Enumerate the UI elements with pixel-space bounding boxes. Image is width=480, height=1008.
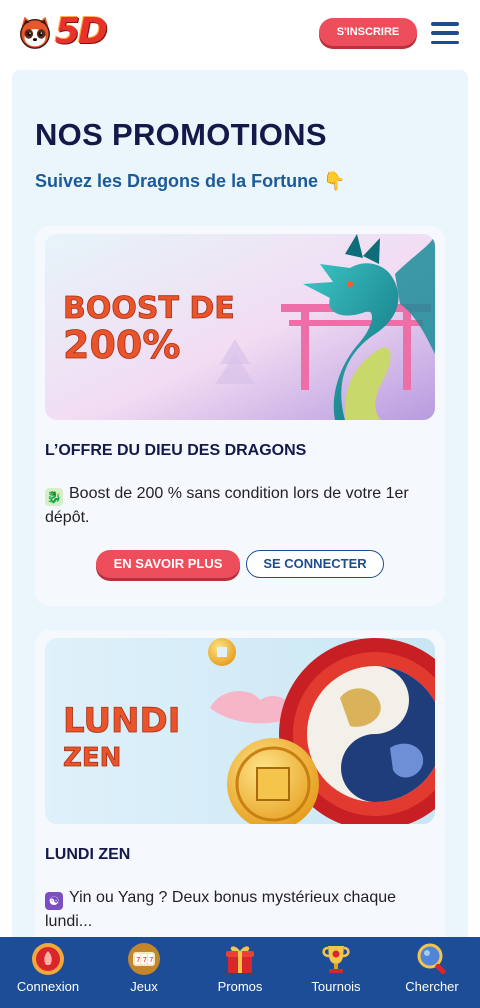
- menu-bar: [431, 22, 459, 26]
- nav-item-jeux[interactable]: 7 7 7 Jeux: [96, 937, 192, 1008]
- yin-yang-emoji-icon: ☯: [45, 892, 63, 910]
- nav-item-connexion[interactable]: Connexion: [0, 937, 96, 1008]
- gift-icon: [226, 946, 254, 973]
- nav-label: Jeux: [130, 979, 158, 994]
- learn-more-button[interactable]: EN SAVOIR PLUS: [96, 550, 240, 578]
- menu-bar: [431, 40, 459, 44]
- banner-text-line1: BOOST DE: [63, 291, 235, 326]
- promotion-title: LUNDI ZEN: [45, 846, 131, 863]
- promotion-banner[interactable]: LUNDI ZEN: [45, 638, 435, 824]
- site-header: 5D S'INSCRIRE: [0, 0, 480, 66]
- svg-text:7: 7: [143, 956, 147, 964]
- signup-button[interactable]: S'INSCRIRE: [319, 18, 417, 46]
- promotion-description-text: Yin ou Yang ? Deux bonus mystérieux chaq…: [45, 889, 397, 930]
- slot-machine-icon: 7 7 7: [128, 943, 160, 975]
- yin-yang-dragon-banner-image: LUNDI ZEN: [45, 638, 435, 824]
- promotion-title: L’OFFRE DU DIEU DES DRAGONS: [45, 442, 307, 459]
- nav-item-chercher[interactable]: Chercher: [384, 937, 480, 1008]
- promotion-card: BOOST DE 200% L’OFFRE DU DIEU DES DRAGON…: [35, 226, 445, 606]
- svg-text:7: 7: [136, 956, 140, 964]
- promotion-description: 🐉 Boost de 200 % sans condition lors de v…: [45, 482, 435, 530]
- site-logo[interactable]: 5D: [16, 12, 116, 52]
- login-button[interactable]: SE CONNECTER: [246, 550, 384, 578]
- promotion-description: ☯ Yin ou Yang ? Deux bonus mystérieux cha…: [45, 886, 435, 934]
- trophy-icon: [322, 946, 350, 973]
- red-panda-logo-icon: [20, 16, 50, 49]
- promotion-card: LUNDI ZEN LUNDI ZEN ☯ Yin ou Yang ? Deux …: [35, 630, 445, 970]
- menu-bar: [431, 31, 459, 35]
- login-icon: [32, 943, 64, 975]
- search-icon: [417, 943, 446, 975]
- dragon-emoji-icon: 🐉: [45, 488, 63, 506]
- nav-label: Connexion: [16, 979, 80, 994]
- banner-text-line2: ZEN: [63, 743, 121, 773]
- banner-text-line2: 200%: [63, 323, 180, 367]
- svg-text:7: 7: [149, 956, 153, 964]
- nav-label: Promos: [217, 979, 263, 994]
- banner-text-line1: LUNDI: [63, 701, 180, 741]
- nav-label: Tournois: [311, 979, 361, 994]
- promotion-banner[interactable]: BOOST DE 200%: [45, 234, 435, 420]
- promotion-description-text: Boost de 200 % sans condition lors de vo…: [45, 485, 409, 526]
- page-title: NOS PROMOTIONS: [35, 117, 327, 152]
- dragon-banner-image: BOOST DE 200%: [45, 234, 435, 420]
- hamburger-menu-icon[interactable]: [431, 22, 459, 44]
- nav-item-promos[interactable]: Promos: [192, 937, 288, 1008]
- page-subtitle: Suivez les Dragons de la Fortune 👇: [35, 171, 346, 191]
- nav-item-tournois[interactable]: Tournois: [288, 937, 384, 1008]
- bottom-navigation: Connexion 7 7 7 Jeux Promos Tournois Che…: [0, 937, 480, 1008]
- nav-label: Chercher: [405, 979, 459, 994]
- logo-wordmark: 5D: [55, 11, 108, 52]
